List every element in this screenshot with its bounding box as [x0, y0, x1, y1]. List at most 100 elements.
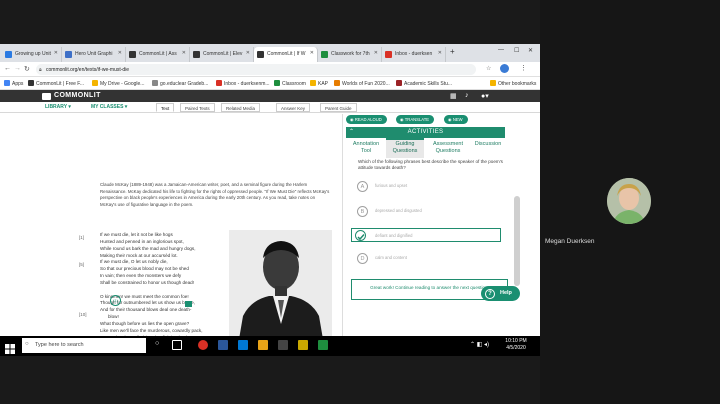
browser-tab[interactable]: CommonLit | Elev ✕ [190, 47, 254, 62]
poem-line[interactable]: Like men we'll face the murderous, cowar… [100, 328, 230, 335]
library-menu[interactable]: LIBRARY ▾ [45, 104, 71, 110]
poem-line[interactable]: blow! [100, 314, 230, 321]
chrome-icon[interactable] [198, 340, 208, 350]
guiding-question-icon[interactable]: (1) [110, 295, 121, 306]
poem-line[interactable]: Making their mock at our accursèd lot. [100, 253, 230, 260]
star-icon[interactable]: ☆ [486, 65, 491, 72]
cortana-icon[interactable]: ○ [155, 340, 159, 347]
tab-related-media[interactable]: Related Media [221, 103, 261, 112]
tab-annotation-tool[interactable]: Annotation Tool [346, 138, 386, 158]
line-number: [10] [79, 312, 87, 317]
bookmark-apps[interactable]: Apps [4, 80, 23, 87]
clock[interactable]: 10:10 PM 4/5/2020 [500, 338, 532, 352]
commonlit-logo[interactable]: COMMONLIT [54, 92, 101, 99]
poem-line[interactable]: Hunted and penned in an inglorious spot, [100, 239, 230, 246]
tab-text[interactable]: Text [156, 103, 175, 112]
poem-line[interactable]: In vain; then even the monsters we defy [100, 273, 230, 280]
poem-line[interactable]: If we must die, O let us nobly die, [100, 259, 230, 266]
app-icon[interactable] [318, 340, 328, 350]
browser-tab[interactable]: Classwork for 7th ✕ [318, 47, 382, 62]
new-tab-icon[interactable]: + [450, 47, 455, 56]
tab-label: Hero Unit Graphi [75, 51, 113, 57]
participant-video[interactable] [607, 178, 651, 224]
poem-line[interactable]: So that our precious blood may not be sh… [100, 266, 230, 273]
poem-line[interactable]: If we must die, let it not be like hogs [100, 232, 230, 239]
minimize-icon[interactable]: — [498, 47, 504, 53]
bookmark-item[interactable]: Classroom [274, 80, 306, 87]
browser-tab[interactable]: Growing up Unit ✕ [2, 47, 62, 62]
translate-button[interactable]: ◉ TRANSLATE [396, 115, 435, 124]
help-label: Help [500, 290, 512, 296]
bookmark-item[interactable]: Inbox - duerksenm... [216, 80, 270, 87]
close-icon[interactable]: ✕ [310, 50, 314, 56]
user-menu-icon[interactable]: ●▾ [481, 92, 489, 100]
close-icon[interactable]: ✕ [374, 50, 378, 56]
poem[interactable]: If we must die, let it not be like hogs … [100, 232, 230, 342]
file-explorer-icon[interactable] [258, 340, 268, 350]
sticky-notes-icon[interactable] [298, 340, 308, 350]
close-icon[interactable]: ✕ [438, 50, 442, 56]
browser-tab[interactable]: Hero Unit Graphi ✕ [62, 47, 126, 62]
my-classes-menu[interactable]: MY CLASSES ▾ [91, 104, 127, 110]
new-button[interactable]: ◉ NEW [444, 115, 468, 124]
close-icon[interactable]: ✕ [246, 50, 250, 56]
bookmark-item[interactable]: go.educlear Gradeb... [152, 80, 208, 87]
answer-option-a[interactable]: Afurious and upset [357, 181, 507, 193]
activities-header[interactable]: ⌃ ACTIVITIES [346, 127, 505, 138]
read-aloud-button[interactable]: ◉ READ ALOUD [346, 115, 387, 124]
annotation-marker-icon[interactable] [185, 301, 192, 307]
reload-icon[interactable]: ↻ [24, 65, 30, 73]
tab-answer-key[interactable]: Answer Key [276, 103, 311, 112]
tab-discussion[interactable]: Discussion [470, 138, 506, 158]
poem-line[interactable]: While round us bark the mad and hungry d… [100, 246, 230, 253]
task-view-icon[interactable] [172, 340, 182, 350]
poem-line[interactable]: Shall be constrained to honor us though … [100, 280, 230, 287]
taskbar-search[interactable]: ○ Type here to search [22, 338, 146, 353]
system-tray-icons[interactable]: ⌃ ◧ ◂) [470, 341, 489, 348]
tab-assessment-questions[interactable]: Assessment Questions [426, 138, 470, 158]
bookmark-item[interactable]: KAP [310, 80, 328, 87]
bookmark-item[interactable]: CommonLit | Free F... [28, 80, 84, 87]
chevron-up-icon[interactable]: ⌃ [349, 128, 354, 135]
option-text: depressed and disgusted [375, 208, 422, 213]
word-icon[interactable] [218, 340, 228, 350]
browser-tab[interactable]: Inbox - duerksen ✕ [382, 47, 446, 62]
bookmark-item[interactable]: Worlds of Fun 2020... [334, 80, 390, 87]
gmail-favicon-icon [216, 80, 222, 86]
tab-paired-texts[interactable]: Paired Texts [180, 103, 215, 112]
line-number: [5] [79, 262, 85, 267]
poem-line[interactable]: And for their thousand blows deal one de… [100, 307, 230, 314]
panel-scrollbar[interactable] [514, 196, 520, 286]
close-icon[interactable]: ✕ [118, 50, 122, 56]
answer-option-c-selected[interactable]: defiant and dignified [351, 228, 501, 242]
grid-icon[interactable]: ▦ [450, 92, 457, 100]
drive-favicon-icon [92, 80, 98, 86]
mail-icon[interactable] [238, 340, 248, 350]
bookmark-item[interactable]: My Drive - Google... [92, 80, 144, 87]
forward-icon[interactable]: → [14, 65, 21, 72]
menu-dots-icon[interactable]: ⋮ [520, 64, 527, 72]
tab-guiding-questions[interactable]: Guiding Questions [386, 138, 424, 158]
back-icon[interactable]: ← [4, 65, 11, 72]
poem-line[interactable]: What though before us lies the open grav… [100, 321, 230, 328]
bookmark-item[interactable]: Academic Skills Stu... [396, 80, 452, 87]
tab-parent-guide[interactable]: Parent Guide [320, 103, 357, 112]
bell-icon[interactable]: ♪ [465, 92, 469, 99]
url-field[interactable]: 🔒︎ commonlit.org/en/texts/if-we-must-die [36, 64, 476, 75]
answer-option-b[interactable]: Bdepressed and disgusted [357, 206, 507, 218]
browser-tab-active[interactable]: CommonLit | If W ✕ [254, 47, 318, 62]
store-icon[interactable] [278, 340, 288, 350]
close-icon[interactable]: ✕ [54, 50, 58, 56]
windows-start-icon[interactable] [5, 341, 15, 354]
profile-avatar-icon[interactable] [500, 64, 509, 73]
maximize-icon[interactable]: ☐ [514, 47, 519, 54]
answer-option-d[interactable]: Dcalm and content [357, 253, 507, 265]
browser-tab[interactable]: CommonLit | Ass ✕ [126, 47, 190, 62]
close-icon[interactable]: ✕ [182, 50, 186, 56]
help-button[interactable]: ? Help [481, 286, 520, 301]
bookmark-label: go.educlear Gradeb... [160, 81, 209, 87]
option-text: furious and upset [375, 183, 408, 188]
other-bookmarks[interactable]: Other bookmarks [490, 80, 536, 87]
close-window-icon[interactable]: ✕ [528, 47, 533, 54]
clock-time: 10:10 PM [505, 338, 527, 344]
